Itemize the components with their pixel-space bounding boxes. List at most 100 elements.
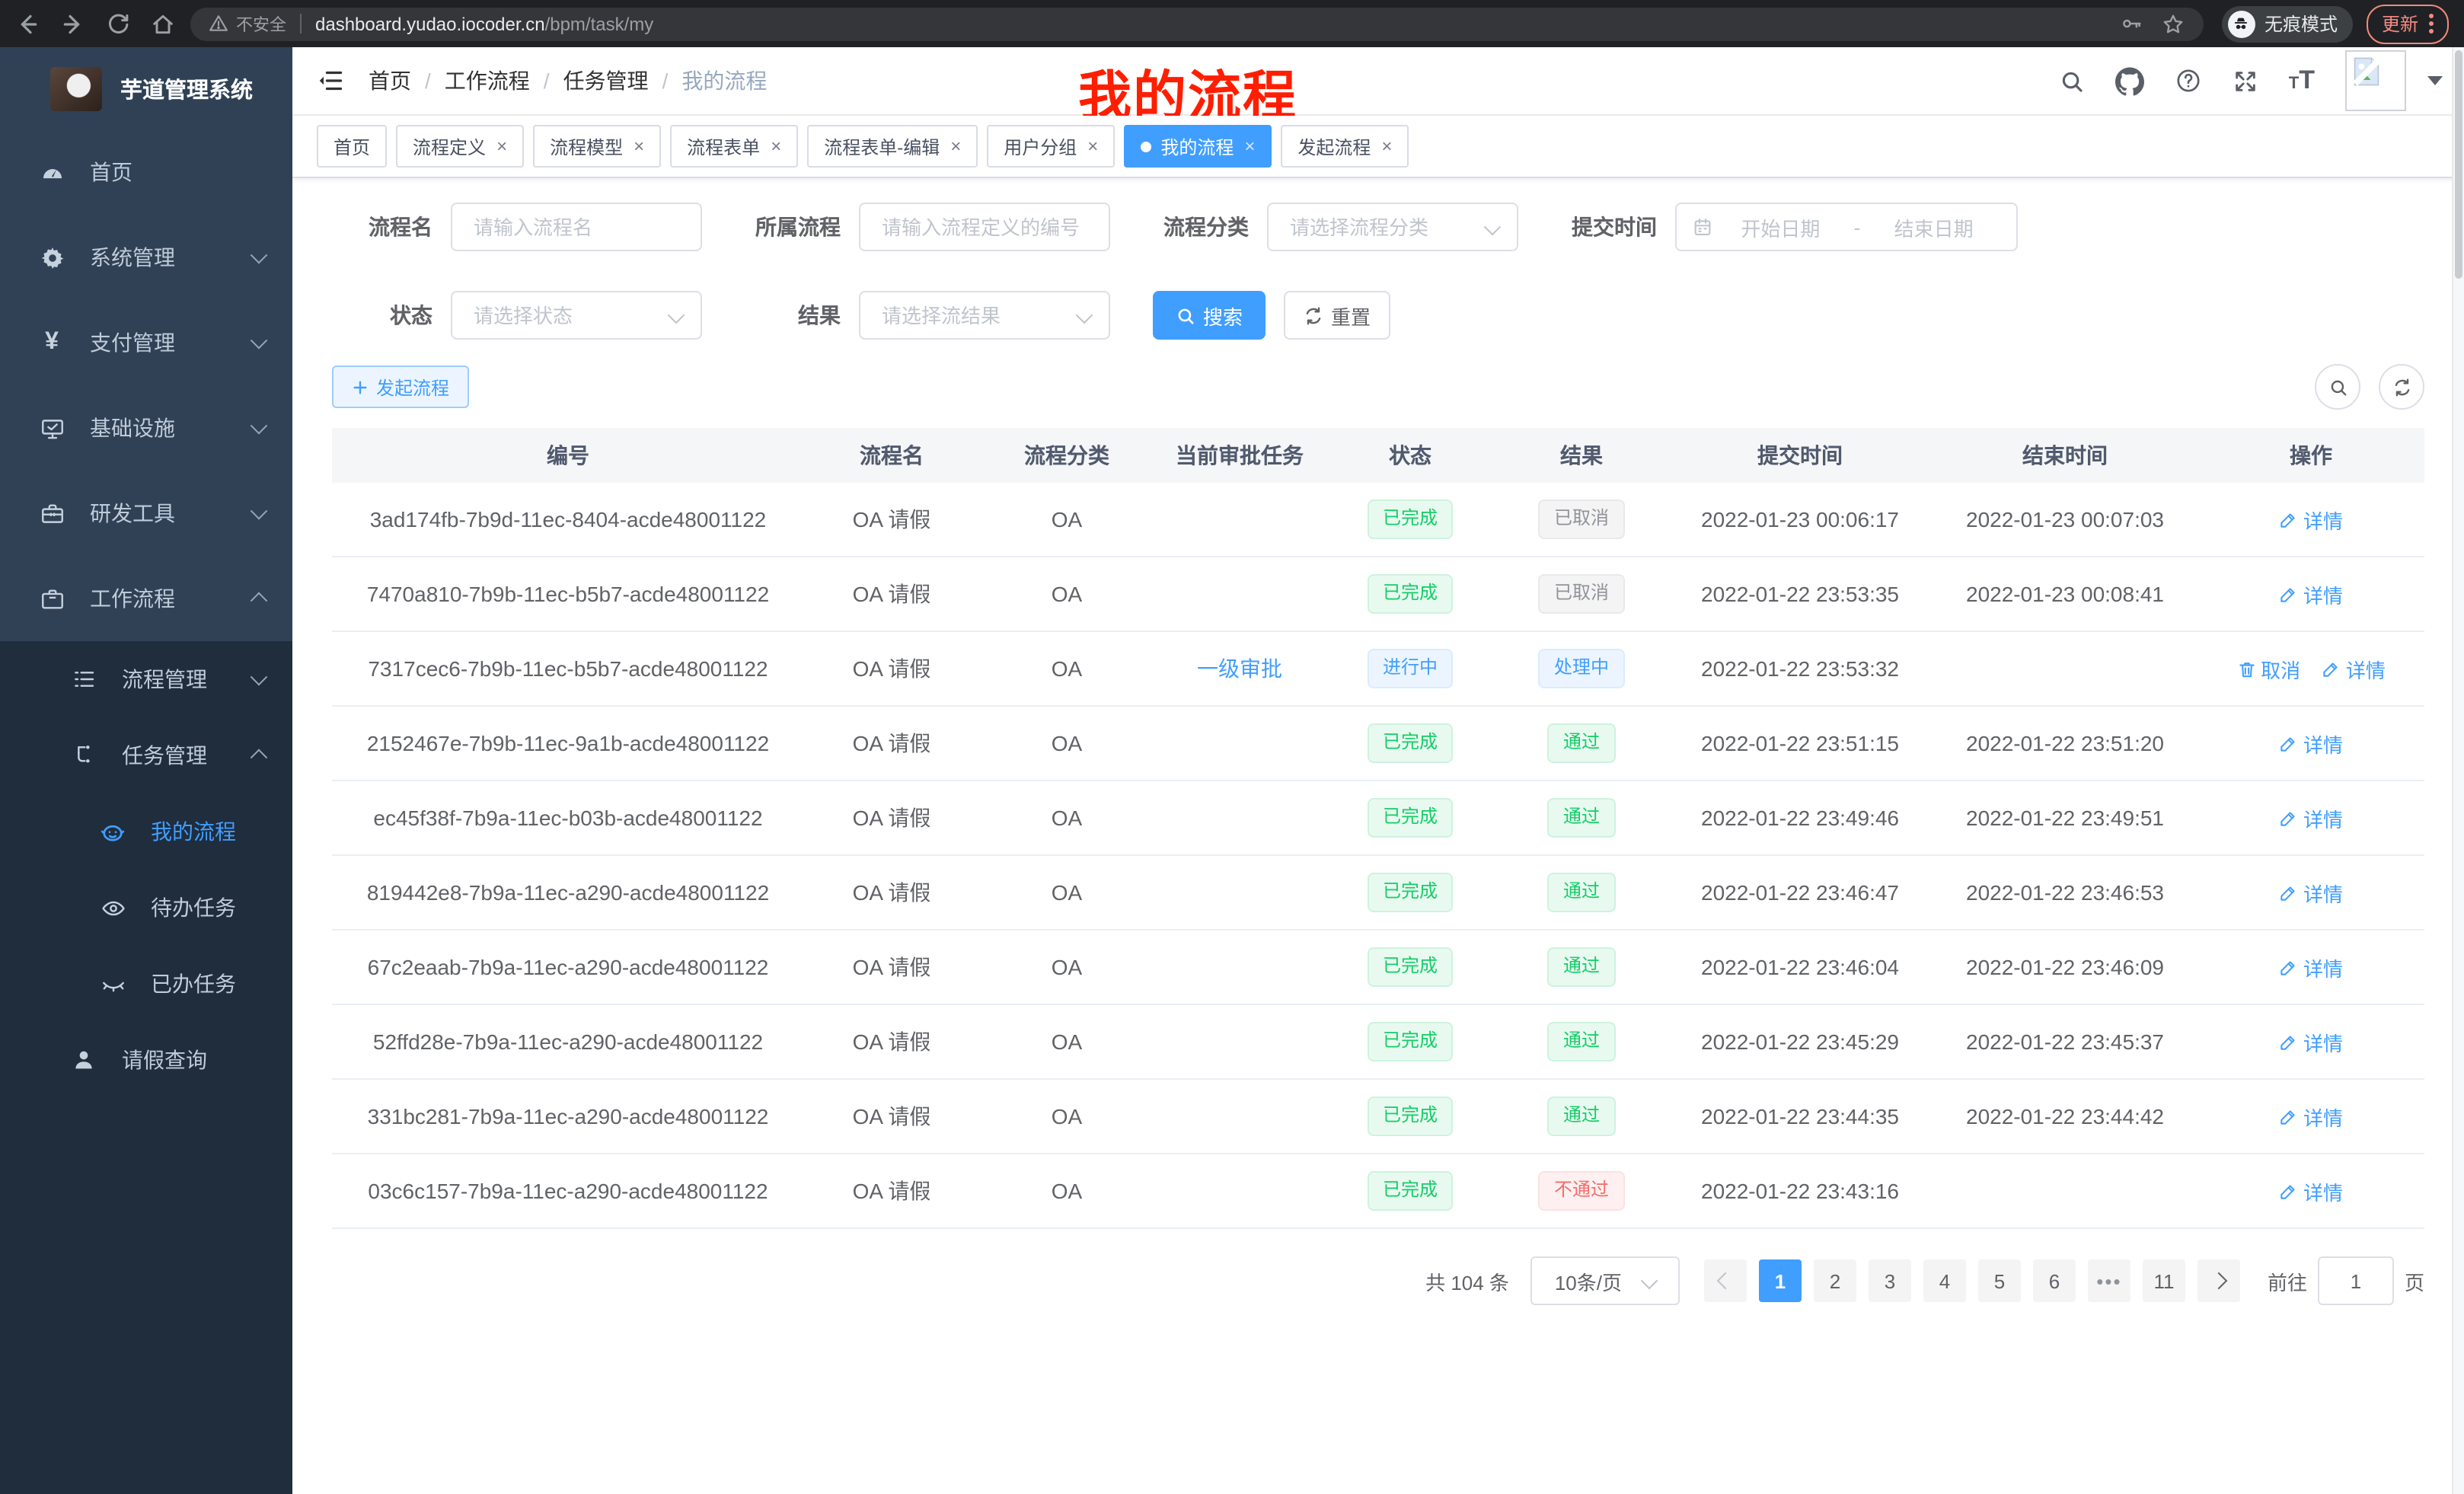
browser-menu-icon[interactable] [2429, 14, 2434, 34]
detail-link[interactable]: 详情 [2322, 654, 2386, 683]
breadcrumb-task-mgmt[interactable]: 任务管理 [563, 65, 649, 96]
cancel-link[interactable]: 取消 [2236, 654, 2300, 683]
detail-link[interactable]: 详情 [2279, 1102, 2343, 1131]
app-logo-row[interactable]: 芋道管理系统 [0, 47, 292, 129]
screen: 不安全 dashboard.yudao.iocoder.cn/bpm/task/… [0, 0, 2464, 1494]
detail-link[interactable]: 详情 [2279, 1027, 2343, 1056]
view-tab[interactable]: 我的流程 × [1124, 125, 1272, 168]
page-size-select[interactable]: 10条/页 [1530, 1256, 1680, 1305]
start-date-placeholder[interactable]: 开始日期 [1713, 212, 1848, 241]
sidebar-item-my-process[interactable]: 我的流程 [0, 793, 292, 870]
table-row: 819442e8-7b9a-11ec-a290-acde48001122 OA … [332, 855, 2424, 930]
result-select[interactable] [859, 291, 1110, 340]
detail-link[interactable]: 详情 [2279, 878, 2343, 907]
sidebar-item-label: 研发工具 [90, 498, 253, 528]
close-icon[interactable]: × [496, 137, 507, 155]
detail-link[interactable]: 详情 [2279, 505, 2343, 534]
sidebar-item-devtools[interactable]: 研发工具 [0, 471, 292, 556]
close-icon[interactable]: × [1244, 137, 1255, 155]
view-tab[interactable]: 发起流程 × [1281, 125, 1409, 168]
sidebar-item-system[interactable]: 系统管理 [0, 215, 292, 300]
incognito-badge[interactable]: 无痕模式 [2222, 5, 2353, 42]
process-category: OA [979, 706, 1154, 781]
next-page-button[interactable] [2197, 1259, 2240, 1302]
sidebar-item-done-tasks[interactable]: 已办任务 [0, 946, 292, 1022]
collapse-sidebar-icon[interactable] [317, 67, 344, 94]
search-icon[interactable] [2059, 68, 2085, 94]
filter-label: 状态 [353, 300, 432, 330]
avatar-caret-icon[interactable] [2427, 76, 2443, 85]
bookmark-star-icon[interactable] [2161, 11, 2185, 36]
page-number-button[interactable]: ••• [2088, 1259, 2130, 1302]
browser-update-button[interactable]: 更新 [2367, 4, 2449, 43]
current-task-link[interactable]: 一级审批 [1197, 656, 1282, 681]
sidebar-item-task-mgmt[interactable]: 任务管理 [0, 717, 292, 793]
detail-link[interactable]: 详情 [2279, 803, 2343, 832]
security-chip[interactable]: 不安全 [209, 11, 286, 36]
category-select[interactable] [1267, 203, 1518, 251]
close-icon[interactable]: × [634, 137, 644, 155]
close-icon[interactable]: × [1381, 137, 1392, 155]
goto-page-input[interactable] [2318, 1256, 2394, 1305]
end-time: 2022-01-22 23:49:51 [1933, 781, 2197, 855]
sidebar-item-home[interactable]: 首页 [0, 129, 292, 215]
process-id: 52ffd28e-7b9a-11ec-a290-acde48001122 [332, 1004, 804, 1079]
chevron-up-icon [251, 592, 268, 610]
close-icon[interactable]: × [950, 137, 961, 155]
sidebar-item-workflow[interactable]: 工作流程 [0, 556, 292, 641]
detail-link[interactable]: 详情 [2279, 579, 2343, 608]
end-date-placeholder[interactable]: 结束日期 [1866, 212, 2001, 241]
fullscreen-icon[interactable] [2233, 68, 2258, 94]
show-search-button[interactable] [2315, 364, 2360, 410]
home-icon[interactable] [151, 11, 175, 36]
view-tab[interactable]: 首页 × [317, 125, 387, 168]
github-icon[interactable] [2115, 66, 2144, 95]
search-button[interactable]: 搜索 [1153, 291, 1266, 340]
page-number-button[interactable]: 3 [1869, 1259, 1911, 1302]
scrollbar[interactable] [2452, 47, 2464, 1494]
help-icon[interactable] [2175, 67, 2202, 94]
reset-button[interactable]: 重置 [1284, 291, 1390, 340]
view-tab[interactable]: 流程表单-编辑 × [807, 125, 978, 168]
view-tab[interactable]: 流程定义 × [396, 125, 524, 168]
sidebar-item-todo-tasks[interactable]: 待办任务 [0, 870, 292, 946]
scrollbar-thumb[interactable] [2455, 50, 2462, 279]
detail-link[interactable]: 详情 [2279, 1176, 2343, 1205]
password-key-icon[interactable] [2120, 12, 2143, 35]
sidebar-item-process-mgmt[interactable]: 流程管理 [0, 641, 292, 717]
detail-link[interactable]: 详情 [2279, 729, 2343, 758]
detail-link[interactable]: 详情 [2279, 953, 2343, 982]
back-icon[interactable] [15, 11, 40, 36]
start-process-button[interactable]: 发起流程 [332, 366, 469, 408]
view-tab[interactable]: 流程模型 × [533, 125, 661, 168]
page-number-button[interactable]: 1 [1759, 1259, 1802, 1302]
process-name-input[interactable] [451, 203, 702, 251]
page-number-button[interactable]: 4 [1923, 1259, 1966, 1302]
page-number-button[interactable]: 6 [2033, 1259, 2076, 1302]
view-tab[interactable]: 用户分组 × [987, 125, 1115, 168]
reload-icon[interactable] [107, 12, 129, 35]
close-icon[interactable]: × [1087, 137, 1098, 155]
sidebar-item-infra[interactable]: 基础设施 [0, 385, 292, 471]
parent-process-input[interactable] [859, 203, 1110, 251]
address-bar[interactable]: 不安全 dashboard.yudao.iocoder.cn/bpm/task/… [190, 7, 2204, 40]
status-select[interactable] [451, 291, 702, 340]
sidebar-item-payment[interactable]: ¥ 支付管理 [0, 300, 292, 385]
edit-icon [2279, 808, 2299, 828]
date-range-picker[interactable]: 开始日期 - 结束日期 [1675, 203, 2018, 251]
view-tab[interactable]: 流程表单 × [670, 125, 798, 168]
sidebar-item-leave-query[interactable]: 请假查询 [0, 1022, 292, 1098]
breadcrumb-workflow[interactable]: 工作流程 [445, 65, 530, 96]
forward-icon[interactable] [61, 11, 85, 36]
tab-label: 流程表单 [687, 133, 760, 159]
page-number-button[interactable]: 11 [2143, 1259, 2185, 1302]
page-number-button[interactable]: 5 [1978, 1259, 2021, 1302]
page-number-button[interactable]: 2 [1814, 1259, 1856, 1302]
avatar[interactable] [2345, 50, 2406, 111]
prev-page-button[interactable] [1704, 1259, 1747, 1302]
result-tag: 通过 [1548, 798, 1615, 837]
breadcrumb-home[interactable]: 首页 [369, 65, 411, 96]
close-icon[interactable]: × [771, 137, 781, 155]
font-size-icon[interactable]: TT [2289, 65, 2315, 96]
refresh-table-button[interactable] [2379, 364, 2424, 410]
